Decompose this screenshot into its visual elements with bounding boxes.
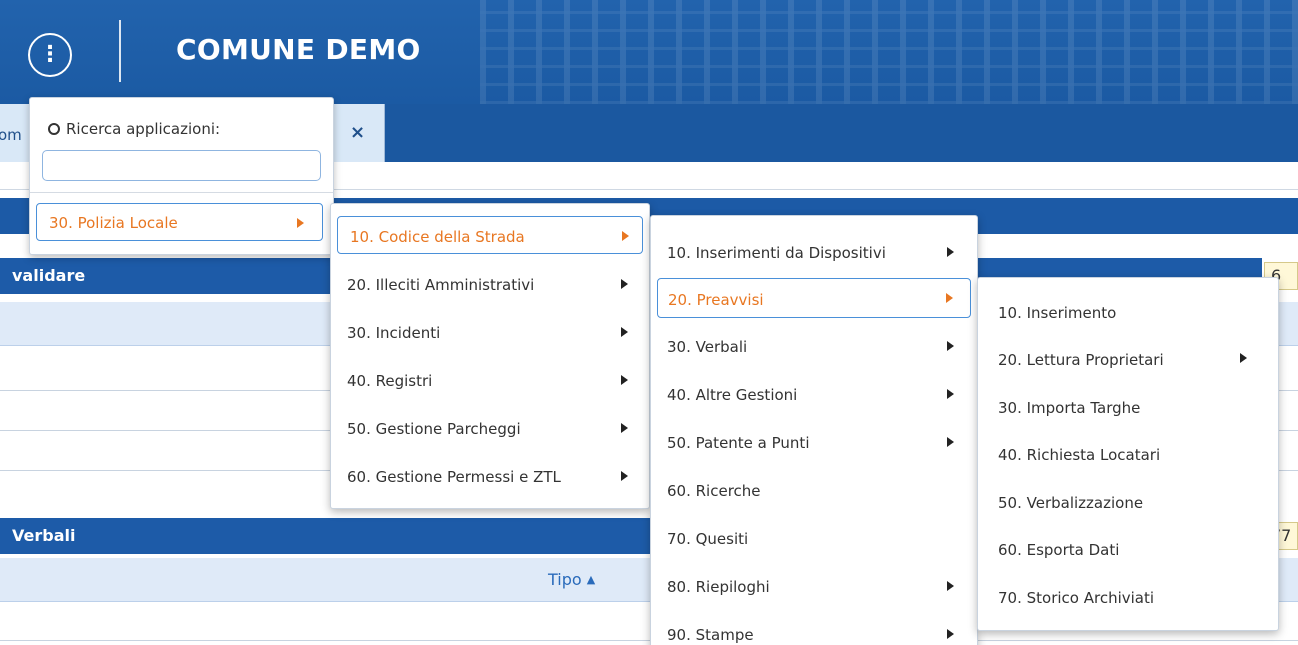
menu-item-lettura-proprietari[interactable]: 20. Lettura Proprietari [998, 351, 1164, 369]
row-divider [0, 640, 1298, 641]
app-title: COMUNE DEMO [176, 33, 421, 66]
menu-item-codice-strada[interactable]: 10. Codice della Strada [337, 216, 643, 254]
chevron-right-icon [621, 327, 628, 337]
tab-label: om [0, 126, 22, 144]
column-header-tipo[interactable]: Tipo ▲ [548, 570, 595, 589]
chevron-right-icon [621, 471, 628, 481]
header-pattern [480, 0, 1298, 104]
menu-item-quesiti[interactable]: 70. Quesiti [667, 530, 748, 548]
menu-item-label: 10. Codice della Strada [350, 228, 525, 246]
chevron-right-icon [947, 437, 954, 447]
chevron-right-icon [622, 231, 629, 241]
menu-item-polizia-locale[interactable]: 30. Polizia Locale [36, 203, 323, 241]
search-input[interactable] [42, 150, 321, 181]
search-icon [48, 123, 60, 135]
menu-item-preavvisi[interactable]: 20. Preavvisi [657, 278, 971, 318]
menu-item-label: 30. Polizia Locale [49, 214, 178, 232]
menu-item-riepiloghi[interactable]: 80. Riepiloghi [667, 578, 770, 596]
submenu-polizia-locale: 10. Codice della Strada 20. Illeciti Amm… [330, 203, 650, 509]
chevron-right-icon [947, 341, 954, 351]
menu-item-registri[interactable]: 40. Registri [347, 372, 432, 390]
menu-item-importa-targhe[interactable]: 30. Importa Targhe [998, 399, 1140, 417]
sort-icon[interactable]: ▲ [587, 573, 595, 586]
menu-item-esporta-dati[interactable]: 60. Esporta Dati [998, 541, 1119, 559]
menu-item-illeciti[interactable]: 20. Illeciti Amministrativi [347, 276, 534, 294]
dots-vertical-icon[interactable]: ⋮ [28, 33, 72, 77]
menu-item-stampe[interactable]: 90. Stampe [667, 626, 754, 644]
chevron-right-icon [947, 247, 954, 257]
chevron-right-icon [621, 279, 628, 289]
menu-item-patente-punti[interactable]: 50. Patente a Punti [667, 434, 810, 452]
header-divider [119, 20, 121, 82]
submenu-preavvisi: 10. Inserimento 20. Lettura Proprietari … [977, 277, 1279, 631]
menu-item-ricerche[interactable]: 60. Ricerche [667, 482, 761, 500]
close-icon[interactable]: × [350, 122, 365, 143]
chevron-right-icon [297, 218, 304, 228]
menu-item-incidenti[interactable]: 30. Incidenti [347, 324, 440, 342]
menu-item-storico-archiviati[interactable]: 70. Storico Archiviati [998, 589, 1154, 607]
menu-item-label: 20. Preavvisi [668, 291, 764, 309]
menu-item-altre-gestioni[interactable]: 40. Altre Gestioni [667, 386, 797, 404]
chevron-right-icon [621, 375, 628, 385]
chevron-right-icon [947, 629, 954, 639]
app-header: ⋮ COMUNE DEMO [0, 0, 1298, 104]
menu-item-permessi-ztl[interactable]: 60. Gestione Permessi e ZTL [347, 468, 561, 486]
menu-item-parcheggi[interactable]: 50. Gestione Parcheggi [347, 420, 521, 438]
menu-item-inserimento[interactable]: 10. Inserimento [998, 304, 1116, 322]
chevron-right-icon [621, 423, 628, 433]
menu-item-inserimenti-dispositivi[interactable]: 10. Inserimenti da Dispositivi [667, 244, 886, 262]
column-label: Tipo [548, 570, 582, 589]
submenu-codice-strada: 10. Inserimenti da Dispositivi 20. Preav… [650, 215, 978, 645]
menu-item-verbalizzazione[interactable]: 50. Verbalizzazione [998, 494, 1143, 512]
menu-item-verbali[interactable]: 30. Verbali [667, 338, 747, 356]
divider [30, 192, 333, 193]
search-label-row: Ricerca applicazioni: [48, 120, 220, 138]
chevron-right-icon [947, 389, 954, 399]
chevron-right-icon [946, 293, 953, 303]
menu-item-richiesta-locatari[interactable]: 40. Richiesta Locatari [998, 446, 1160, 464]
chevron-right-icon [1240, 353, 1247, 363]
search-label: Ricerca applicazioni: [66, 120, 221, 138]
chevron-right-icon [947, 581, 954, 591]
